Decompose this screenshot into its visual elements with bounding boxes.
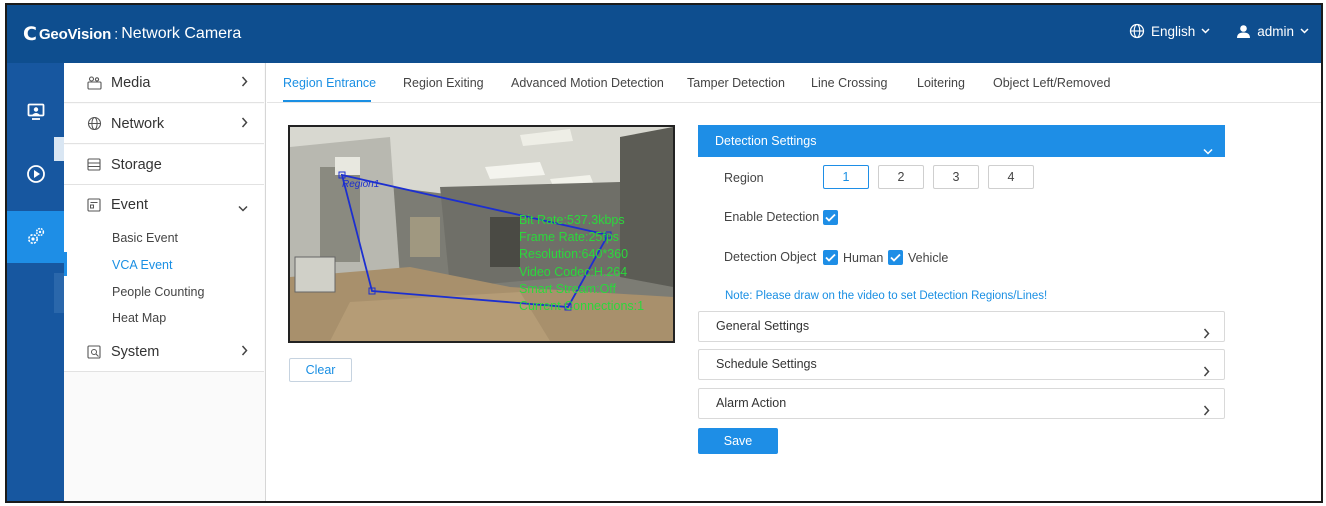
- sidebar-item-media[interactable]: Media: [64, 63, 264, 103]
- event-section: Event Basic Event VCA Event People Count…: [64, 185, 264, 351]
- brand-name: GeoVision: [38, 25, 112, 43]
- event-icon: [86, 197, 102, 213]
- checkmark-icon: [890, 253, 901, 262]
- globe-icon: [86, 116, 102, 132]
- chevron-right-icon: [241, 344, 248, 359]
- sidebar-item-network[interactable]: Network: [64, 104, 264, 144]
- osd-line-codec: Video Codec:H.264: [519, 264, 628, 279]
- tab-region-exiting[interactable]: Region Exiting: [403, 63, 484, 103]
- system-icon: [86, 344, 102, 360]
- settings-button[interactable]: [7, 211, 64, 263]
- osd-line-framerate: Frame Rate:25fps: [519, 230, 620, 245]
- detection-object-label: Detection Object: [724, 250, 817, 264]
- osd-line-resolution: Resolution:640*360: [519, 247, 629, 262]
- osd-line-connections: Current Connections:1: [519, 299, 645, 314]
- rail-indicator: [54, 137, 64, 161]
- sidebar-item-label: Storage: [111, 156, 162, 173]
- osd-line-smart-stream: Smart Stream:Off: [519, 281, 617, 296]
- rail-indicator: [54, 273, 64, 313]
- chevron-right-icon: [1203, 321, 1210, 350]
- video-preview[interactable]: Region1 Bit Rate:537.3kbps Frame Rate:25…: [288, 125, 675, 343]
- sidebar-subitem-basic-event[interactable]: Basic Event: [64, 225, 264, 251]
- active-tab-underline: [283, 100, 371, 102]
- section-title: General Settings: [716, 319, 810, 333]
- vehicle-checkbox[interactable]: [888, 250, 903, 265]
- sidebar-item-event[interactable]: Event: [64, 185, 264, 225]
- human-label: Human: [843, 251, 884, 265]
- chevron-down-icon: [238, 200, 248, 215]
- checkmark-icon: [825, 253, 836, 262]
- camera-icon: [86, 75, 102, 91]
- sidebar-item-label: Network: [111, 115, 165, 132]
- chevron-down-icon: [1300, 28, 1309, 34]
- tab-advanced-motion-detection[interactable]: Advanced Motion Detection: [511, 63, 664, 103]
- logo-separator: :: [114, 25, 119, 43]
- chevron-right-icon: [1203, 398, 1210, 427]
- live-view-icon: [27, 103, 45, 124]
- language-label: English: [1150, 23, 1196, 39]
- user-icon: [1236, 24, 1251, 39]
- region-label: Region1: [342, 179, 380, 190]
- video-osd: Bit Rate:537.3kbps Frame Rate:25fps Reso…: [519, 212, 644, 315]
- tab-loitering[interactable]: Loitering: [917, 63, 965, 103]
- enable-detection-checkbox[interactable]: [823, 210, 838, 225]
- osd-line-bitrate: Bit Rate:537.3kbps: [519, 213, 625, 227]
- save-button[interactable]: Save: [698, 428, 778, 454]
- live-view-button[interactable]: [7, 87, 64, 139]
- sidebar-item-label: System: [111, 343, 160, 360]
- storage-icon: [86, 157, 102, 173]
- draw-note: Note: Please draw on the video to set De…: [725, 290, 1048, 302]
- tab-object-left-removed[interactable]: Object Left/Removed: [993, 63, 1110, 103]
- region-label-text: Region: [724, 171, 764, 185]
- human-checkbox[interactable]: [823, 250, 838, 265]
- tab-region-entrance[interactable]: Region Entrance: [283, 63, 376, 103]
- enable-detection-label: Enable Detection: [724, 210, 820, 224]
- tab-bar: Region Entrance Region Exiting Advanced …: [267, 63, 1321, 103]
- vehicle-label: Vehicle: [908, 251, 949, 265]
- sidebar-subitem-heat-map[interactable]: Heat Map: [64, 305, 264, 331]
- app-window: C GeoVision : Network Camera English adm…: [5, 3, 1323, 503]
- sidebar-item-label: Media: [111, 74, 151, 91]
- region-button-1[interactable]: 1: [823, 165, 869, 189]
- tab-tamper-detection[interactable]: Tamper Detection: [687, 63, 785, 103]
- playback-icon: [26, 164, 46, 187]
- user-menu[interactable]: admin: [1236, 24, 1309, 39]
- sidebar-item-storage[interactable]: Storage: [64, 145, 264, 185]
- chevron-right-icon: [241, 75, 248, 90]
- globe-icon: [1129, 23, 1145, 39]
- user-label: admin: [1257, 23, 1294, 39]
- general-settings-section[interactable]: General Settings: [698, 311, 1225, 342]
- sidebar-menu: Media Network Storage Event Basic Event …: [64, 63, 266, 501]
- checkmark-icon: [825, 213, 836, 222]
- section-title: Alarm Action: [716, 396, 787, 410]
- region-button-2[interactable]: 2: [878, 165, 924, 189]
- sidebar-item-system[interactable]: System: [64, 332, 264, 372]
- sidebar-subitem-vca-event[interactable]: VCA Event: [64, 252, 264, 278]
- region-button-4[interactable]: 4: [988, 165, 1034, 189]
- chevron-down-icon: [1201, 28, 1210, 34]
- detection-settings-title: Detection Settings: [715, 134, 817, 148]
- language-selector[interactable]: English: [1129, 23, 1210, 39]
- detection-settings-header[interactable]: Detection Settings: [698, 125, 1225, 157]
- tab-line-crossing[interactable]: Line Crossing: [811, 63, 887, 103]
- region-button-3[interactable]: 3: [933, 165, 979, 189]
- settings-icon: [25, 225, 47, 250]
- schedule-settings-section[interactable]: Schedule Settings: [698, 349, 1225, 380]
- section-title: Schedule Settings: [716, 357, 817, 371]
- clear-button[interactable]: Clear: [289, 358, 352, 382]
- logo-mark: C: [23, 23, 37, 45]
- top-header: C GeoVision : Network Camera English adm…: [7, 5, 1321, 63]
- product-name: Network Camera: [121, 25, 242, 42]
- chevron-right-icon: [1203, 359, 1210, 388]
- chevron-right-icon: [241, 116, 248, 131]
- sidebar-item-label: Event: [111, 197, 149, 213]
- icon-rail: [7, 63, 64, 501]
- sidebar-subitem-people-counting[interactable]: People Counting: [64, 279, 264, 305]
- logo: C GeoVision : Network Camera: [23, 21, 241, 47]
- alarm-action-section[interactable]: Alarm Action: [698, 388, 1225, 419]
- chevron-down-icon: [1203, 135, 1213, 167]
